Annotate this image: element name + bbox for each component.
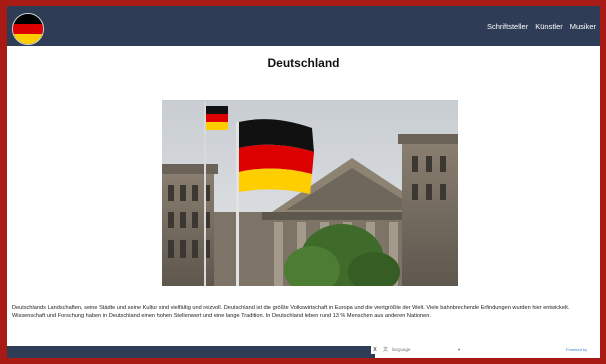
nav-link-schriftsteller[interactable]: Schriftsteller bbox=[487, 22, 528, 31]
nav-link-musiker[interactable]: Musiker bbox=[570, 22, 596, 31]
reichstag-photo-image bbox=[162, 100, 458, 286]
powered-by-link[interactable]: Powered by bbox=[566, 347, 587, 352]
language-select[interactable]: 文 language ▼ bbox=[383, 344, 469, 354]
language-select-label: language bbox=[392, 346, 411, 352]
close-button[interactable]: x bbox=[371, 346, 379, 354]
taskbar bbox=[7, 346, 375, 358]
frame-bottom bbox=[0, 358, 606, 364]
chevron-down-icon: ▼ bbox=[457, 346, 461, 352]
nav-link-kuenstler[interactable]: Künstler bbox=[535, 22, 563, 31]
reichstag-photo bbox=[162, 100, 458, 286]
page-title: Deutschland bbox=[267, 56, 340, 70]
nav-links: Schriftsteller Künstler Musiker bbox=[487, 22, 596, 31]
german-flag-logo-icon[interactable] bbox=[12, 13, 44, 45]
translate-icon: 文 bbox=[383, 346, 389, 353]
navbar: Schriftsteller Künstler Musiker bbox=[7, 6, 600, 46]
frame-left bbox=[0, 0, 7, 364]
intro-paragraph: Deutschlands Landschaften, seine Städte … bbox=[12, 305, 570, 319]
frame-right bbox=[600, 0, 606, 364]
